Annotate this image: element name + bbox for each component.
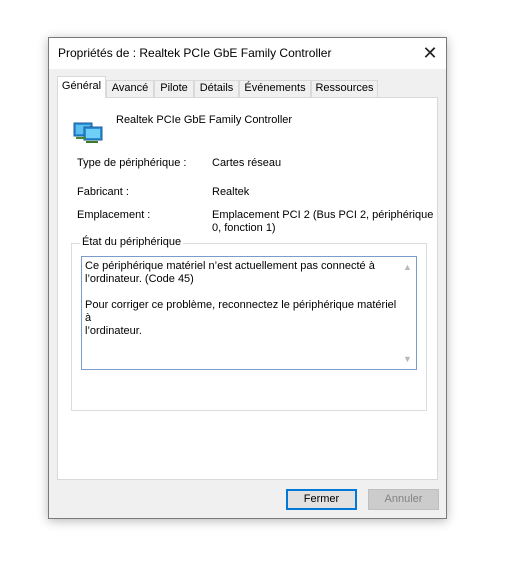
device-status-text: Ce périphérique matériel n’est actuellem… [85, 260, 397, 351]
close-button[interactable]: Fermer [286, 489, 357, 510]
device-status-legend: État du périphérique [80, 236, 184, 248]
tab-resources[interactable]: Ressources [311, 80, 378, 97]
cancel-button[interactable]: Annuler [368, 489, 439, 510]
device-status-group: État du périphérique Ce périphérique mat… [71, 236, 427, 411]
title-bar[interactable]: Propriétés de : Realtek PCIe GbE Family … [49, 38, 446, 69]
manufacturer-value: Realtek [212, 186, 250, 198]
device-status-textbox[interactable]: Ce périphérique matériel n’est actuellem… [81, 256, 417, 370]
status-line-3: Pour corriger ce problème, reconnectez l… [85, 299, 397, 324]
status-line-2: l’ordinateur. (Code 45) [85, 273, 194, 285]
general-panel: Realtek PCIe GbE Family Controller Type … [57, 97, 438, 480]
tab-general[interactable]: Général [57, 76, 106, 98]
tab-driver[interactable]: Pilote [154, 80, 194, 97]
manufacturer-label: Fabricant : [77, 186, 129, 198]
location-label: Emplacement : [77, 209, 151, 221]
scroll-down-icon[interactable]: ▼ [399, 351, 416, 367]
device-name: Realtek PCIe GbE Family Controller [116, 114, 293, 126]
device-type-value: Cartes réseau [212, 157, 282, 169]
network-adapter-icon [73, 122, 103, 143]
status-line-4: l’ordinateur. [85, 325, 142, 337]
dialog-title: Propriétés de : Realtek PCIe GbE Family … [58, 46, 332, 60]
location-value-line2: 0, fonction 1) [212, 222, 276, 234]
scroll-up-icon[interactable]: ▲ [399, 259, 416, 275]
close-icon[interactable]: ✕ [414, 38, 446, 69]
tab-details[interactable]: Détails [194, 80, 239, 97]
tab-advanced[interactable]: Avancé [106, 80, 154, 97]
properties-dialog: Propriétés de : Realtek PCIe GbE Family … [48, 37, 447, 519]
status-line-1: Ce périphérique matériel n’est actuellem… [85, 260, 375, 272]
location-value-line1: Emplacement PCI 2 (Bus PCI 2, périphériq… [212, 209, 434, 221]
status-scrollbar[interactable]: ▲ ▼ [399, 257, 416, 369]
tab-events[interactable]: Événements [239, 80, 311, 97]
device-type-label: Type de périphérique : [77, 157, 187, 169]
